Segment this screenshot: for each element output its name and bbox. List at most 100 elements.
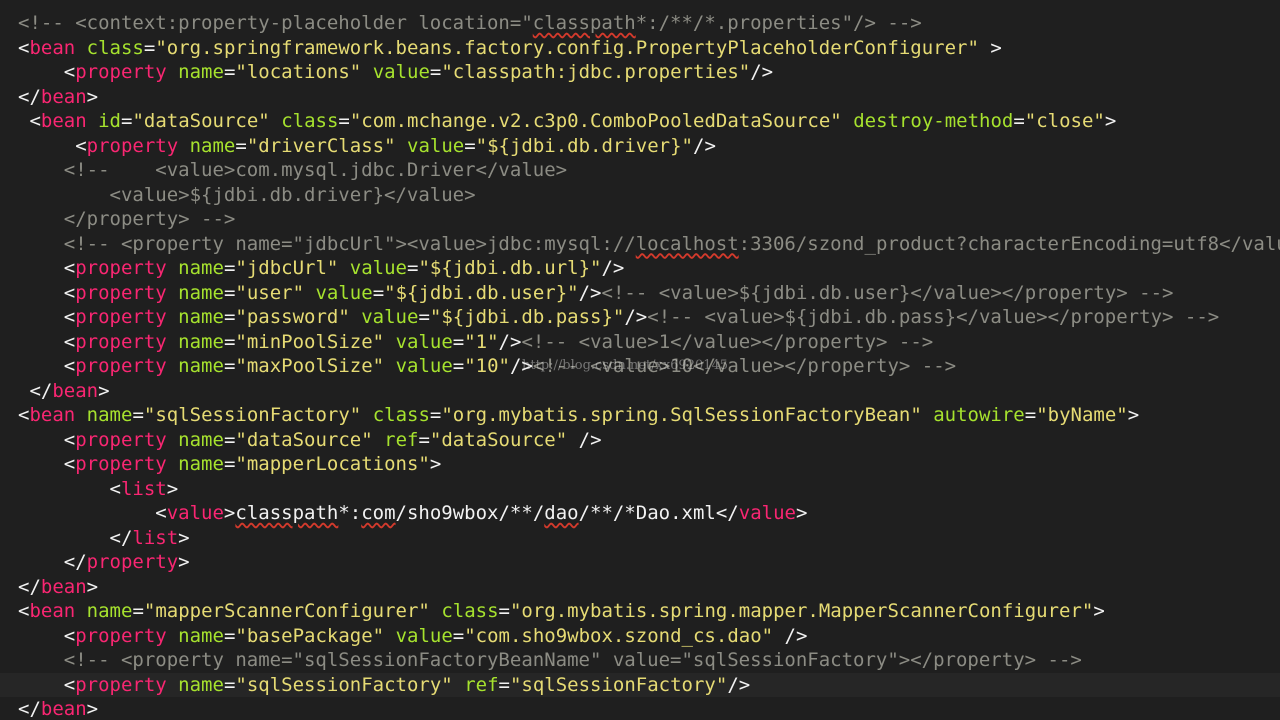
code-line[interactable]: </bean> [0,85,98,110]
code-token: name [178,306,224,328]
code-token: < [18,477,121,500]
code-token: = [121,110,133,132]
code-line[interactable]: <property name="password" value="${jdbi.… [0,305,1219,330]
code-line[interactable]: </bean> [0,379,109,404]
code-token: /> [773,624,808,647]
code-line[interactable]: <property name="dataSource" ref="dataSou… [0,428,602,453]
code-line[interactable]: <bean class="org.springframework.beans.f… [0,36,1002,61]
code-token: > [1093,600,1105,622]
code-token: < [18,134,87,157]
code-token: > [1104,110,1117,132]
code-line[interactable]: <!-- <property name="jdbcUrl"><value>jdb… [0,232,1280,257]
code-token: = [223,257,236,279]
code-line[interactable]: </property> --> [0,207,236,232]
code-token: = [132,600,144,622]
code-token: /> [693,134,716,157]
code-token: > [178,526,190,549]
code-line[interactable]: <property name="driverClass" value="${jd… [0,134,716,159]
code-token: = [223,624,236,647]
code-line[interactable]: <!-- <context:property-placeholder locat… [0,11,922,36]
code-token: = [223,453,236,475]
code-token: < [18,281,76,304]
code-line[interactable]: <property name="user" value="${jdbi.db.u… [0,281,1174,306]
code-line[interactable]: <property name="sqlSessionFactory" ref="… [0,672,1280,697]
code-line[interactable]: <bean name="mapperScannerConfigurer" cla… [0,599,1105,624]
code-line[interactable]: <property name="maxPoolSize" value="10"/… [0,354,956,379]
code-token: value [738,502,796,524]
code-line[interactable]: <!-- <property name="sqlSessionFactoryBe… [0,648,1082,673]
code-line[interactable]: <value>${jdbi.db.driver}</value> [0,183,476,208]
code-token: = [223,281,236,304]
code-token: = [418,428,430,451]
code-token: dao [544,502,579,524]
code-line[interactable]: </list> [0,526,190,551]
code-line[interactable]: </bean> [0,697,98,720]
code-token: name [86,600,133,622]
code-line[interactable]: <property name="basePackage" value="com.… [0,624,808,649]
code-token: value [395,624,453,647]
code-line[interactable]: <bean id="dataSource" class="com.mchange… [0,109,1116,134]
code-token: classpath [235,502,339,524]
code-line[interactable]: <property name="mapperLocations"> [0,452,442,477]
code-line[interactable]: <bean name="sqlSessionFactory" class="or… [0,403,1139,428]
code-line[interactable]: </bean> [0,575,98,600]
code-token: < [18,257,76,279]
code-token: > [166,477,179,500]
code-token: < [18,36,30,59]
code-token: "classpath:jdbc.properties" [441,61,751,83]
code-token: id [98,110,121,132]
code-line[interactable]: <property name="locations" value="classp… [0,60,773,85]
code-token: = [338,110,350,132]
code-line[interactable]: <!-- <value>com.mysql.jdbc.Driver</value… [0,158,567,183]
code-token: value [407,134,465,157]
code-token: property [75,428,167,451]
code-token: value [361,306,419,328]
code-token: = [223,673,236,696]
code-token: /> [567,428,602,451]
code-token: <!-- <value>${jdbi.db.pass}</value></pro… [647,306,1220,328]
code-token: > [86,698,99,720]
code-line[interactable]: <value>classpath*:com/sho9wbox/**/dao/**… [0,501,807,526]
code-line[interactable]: <property name="minPoolSize" value="1"/>… [0,330,934,355]
code-token: list [132,526,179,549]
code-editor[interactable]: <!-- <context:property-placeholder locat… [0,0,1280,720]
code-token: property [75,330,167,353]
code-token: list [120,477,167,500]
code-token: > [429,453,442,475]
code-token: = [223,306,236,328]
code-token: autowire [933,404,1025,426]
code-token: = [132,404,144,426]
code-token: classpath [532,12,636,34]
code-token: "sqlSessionFactory" [143,404,362,426]
code-token: </ [18,379,53,402]
code-token: /sho9wbox/**/ [395,502,545,524]
code-line[interactable]: <property name="jdbcUrl" value="${jdbi.d… [0,256,625,281]
code-token: < [18,61,76,83]
code-line[interactable]: <list> [0,477,179,502]
code-token: <!-- <value>1</value></property> --> [521,330,934,353]
code-token: <!-- <property name="sqlSessionFactoryBe… [18,649,1082,671]
code-token: class [86,36,144,59]
code-token: = [223,61,236,83]
code-token: bean [40,698,87,720]
code-token: > [795,502,808,524]
code-token: "byName" [1036,404,1128,426]
code-line[interactable]: </property> [0,550,190,575]
code-token: bean [29,36,76,59]
code-token: = [372,281,385,304]
code-token: <!-- <value>${jdbi.db.user}</value></pro… [601,281,1174,304]
code-token: ref [384,428,419,451]
code-token: = [464,134,476,157]
code-token: value [372,61,430,83]
code-token: name [178,355,224,377]
code-token: property [86,134,179,157]
code-token: *: [338,502,362,524]
